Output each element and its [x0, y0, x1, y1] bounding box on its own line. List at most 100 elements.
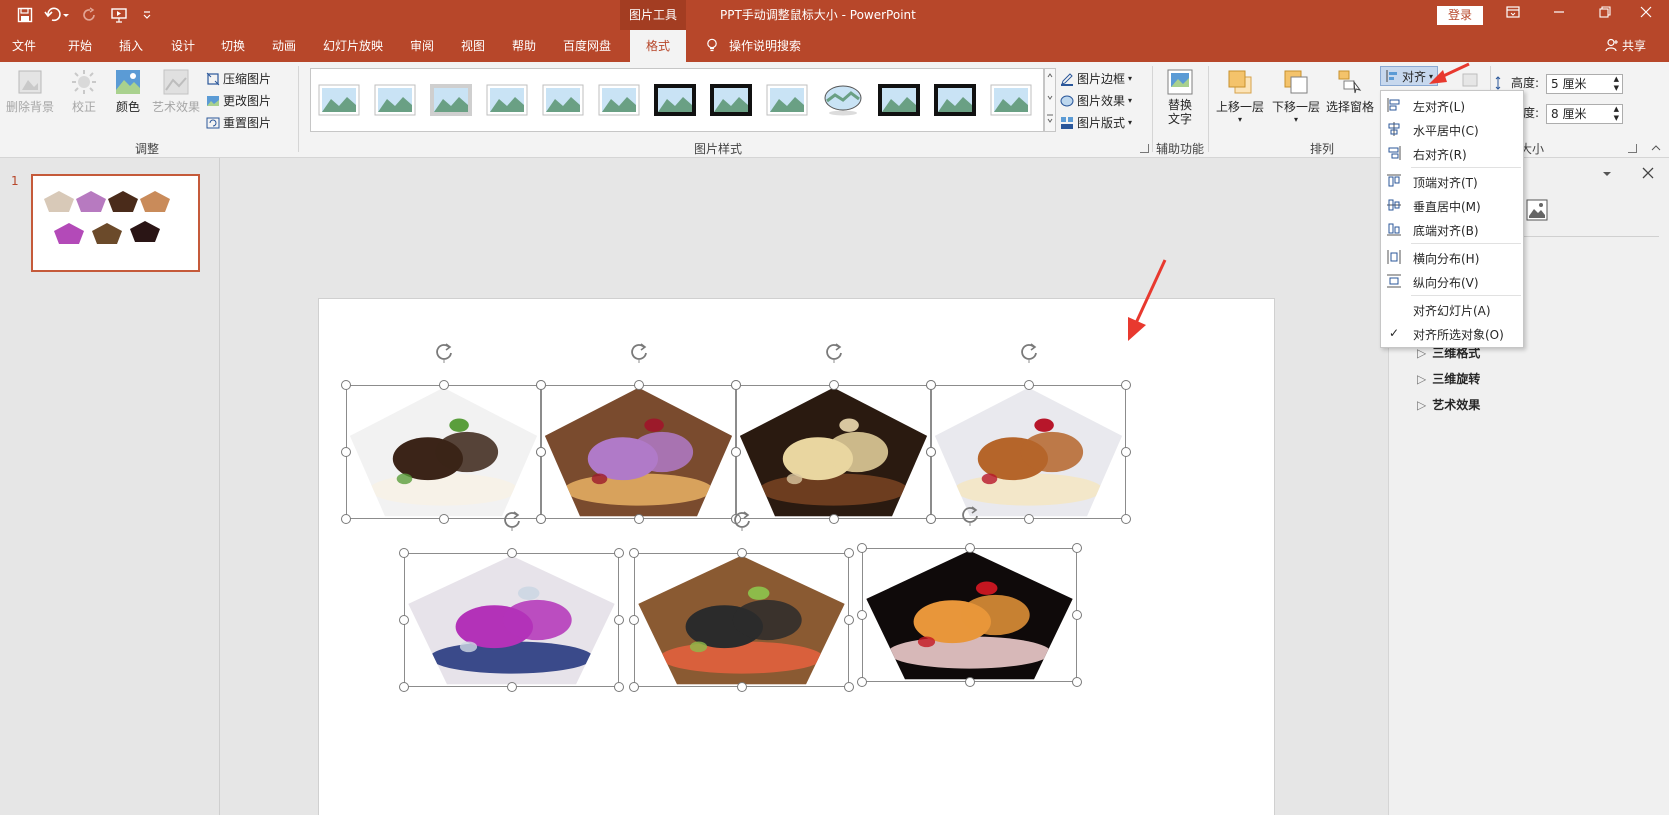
change-picture-button[interactable]: 更改图片 — [206, 92, 271, 109]
resize-handle[interactable] — [614, 615, 624, 625]
picture-style-thumbnail[interactable] — [597, 83, 641, 117]
width-input[interactable]: 8 厘米 ▲ ▼ — [1546, 104, 1623, 124]
height-input[interactable]: 5 厘米 ▲ ▼ — [1546, 74, 1623, 94]
picture-style-thumbnail[interactable] — [709, 83, 753, 117]
rotate-handle-icon[interactable] — [433, 341, 455, 363]
picture-style-thumbnail[interactable] — [989, 83, 1033, 117]
tab-help[interactable]: 帮助 — [512, 30, 536, 62]
picture-styles-gallery[interactable] — [310, 68, 1044, 132]
resize-handle[interactable] — [926, 514, 936, 524]
picture-style-thumbnail[interactable] — [765, 83, 809, 117]
rotate-handle-icon[interactable] — [501, 509, 523, 531]
picture-style-thumbnail[interactable] — [653, 83, 697, 117]
tab-slideshow[interactable]: 幻灯片放映 — [323, 30, 383, 62]
resize-handle[interactable] — [1072, 543, 1082, 553]
artistic-effects-button[interactable]: 艺术效果 — [152, 68, 200, 115]
resize-handle[interactable] — [341, 447, 351, 457]
picture-style-thumbnail[interactable] — [373, 83, 417, 117]
menu-item-align-left[interactable]: 左对齐(L) — [1381, 93, 1523, 117]
picture-tab-icon[interactable] — [1525, 198, 1549, 222]
rotate-handle-icon[interactable] — [959, 504, 981, 526]
reset-picture-button[interactable]: 重置图片 — [206, 114, 271, 131]
picture-layout-button[interactable]: 图片版式 ▾ — [1060, 114, 1132, 131]
tab-file[interactable]: 文件 — [12, 30, 36, 62]
resize-handle[interactable] — [1072, 677, 1082, 687]
resize-handle[interactable] — [506, 682, 517, 692]
resize-handle[interactable] — [844, 548, 854, 558]
collapse-ribbon-icon[interactable] — [1650, 142, 1662, 152]
pane-close-icon[interactable] — [1641, 166, 1655, 180]
tab-animations[interactable]: 动画 — [272, 30, 296, 62]
section-3d-rotation[interactable]: ▷ 三维旋转 — [1417, 370, 1480, 387]
undo-icon[interactable] — [42, 5, 72, 25]
resize-handle[interactable] — [536, 447, 546, 457]
resize-handle[interactable] — [341, 514, 351, 524]
picture-style-thumbnail[interactable] — [485, 83, 529, 117]
compress-pictures-button[interactable]: 压缩图片 — [206, 70, 271, 87]
menu-item-align-selected-objects[interactable]: ✓ 对齐所选对象(O) — [1381, 321, 1523, 345]
resize-handle[interactable] — [857, 610, 867, 620]
menu-item-align-middle[interactable]: 垂直居中(M) — [1381, 193, 1523, 217]
customize-quick-access-icon[interactable] — [140, 5, 154, 25]
menu-item-align-bottom[interactable]: 底端对齐(B) — [1381, 217, 1523, 241]
bring-forward-button[interactable]: 上移一层 ▾ — [1214, 68, 1266, 125]
resize-handle[interactable] — [1023, 380, 1034, 390]
resize-handle[interactable] — [926, 380, 936, 390]
slide-canvas[interactable] — [318, 298, 1275, 815]
redo-icon[interactable] — [80, 5, 100, 25]
color-button[interactable]: 颜色 — [112, 68, 144, 115]
resize-handle[interactable] — [438, 514, 449, 524]
resize-handle[interactable] — [736, 682, 747, 692]
menu-item-align-top[interactable]: 顶端对齐(T) — [1381, 169, 1523, 193]
picture-style-thumbnail[interactable] — [541, 83, 585, 117]
resize-handle[interactable] — [629, 548, 639, 558]
resize-handle[interactable] — [536, 514, 546, 524]
resize-handle[interactable] — [964, 543, 975, 553]
tab-home[interactable]: 开始 — [68, 30, 92, 62]
slide-thumbnail[interactable] — [31, 174, 200, 272]
tab-design[interactable]: 设计 — [171, 30, 195, 62]
resize-handle[interactable] — [1072, 610, 1082, 620]
close-icon[interactable] — [1623, 0, 1669, 30]
resize-handle[interactable] — [341, 380, 351, 390]
remove-background-button[interactable]: 删除背景 — [4, 68, 56, 115]
resize-handle[interactable] — [731, 447, 741, 457]
size-dialog-launcher[interactable] — [1628, 144, 1637, 153]
send-backward-button[interactable]: 下移一层 ▾ — [1270, 68, 1322, 125]
resize-handle[interactable] — [1121, 380, 1131, 390]
resize-handle[interactable] — [633, 514, 644, 524]
resize-handle[interactable] — [1121, 447, 1131, 457]
picture-style-thumbnail[interactable] — [821, 83, 865, 117]
corrections-button[interactable]: 校正 — [68, 68, 100, 115]
menu-item-align-right[interactable]: 右对齐(R) — [1381, 141, 1523, 165]
tab-baidu-netdisk[interactable]: 百度网盘 — [563, 30, 611, 62]
alt-text-button[interactable]: 替换 文字 — [1162, 68, 1198, 126]
resize-handle[interactable] — [844, 682, 854, 692]
tab-insert[interactable]: 插入 — [119, 30, 143, 62]
resize-handle[interactable] — [857, 543, 867, 553]
resize-handle[interactable] — [633, 380, 644, 390]
ribbon-display-options-icon[interactable] — [1490, 0, 1536, 30]
picture-effects-button[interactable]: 图片效果 ▾ — [1060, 92, 1132, 109]
resize-handle[interactable] — [964, 677, 975, 687]
login-button[interactable]: 登录 — [1437, 6, 1483, 25]
resize-handle[interactable] — [629, 615, 639, 625]
tab-view[interactable]: 视图 — [461, 30, 485, 62]
resize-handle[interactable] — [731, 380, 741, 390]
menu-item-distribute-vertically[interactable]: 纵向分布(V) — [1381, 269, 1523, 293]
section-artistic-effects[interactable]: ▷ 艺术效果 — [1417, 396, 1480, 413]
picture-style-thumbnail[interactable] — [877, 83, 921, 117]
picture-style-thumbnail[interactable] — [933, 83, 977, 117]
menu-item-align-center[interactable]: 水平居中(C) — [1381, 117, 1523, 141]
resize-handle[interactable] — [828, 514, 839, 524]
menu-item-align-to-slide[interactable]: 对齐幻灯片(A) — [1381, 297, 1523, 321]
tab-transitions[interactable]: 切换 — [221, 30, 245, 62]
selection-pane-button[interactable]: 选择窗格 — [1324, 68, 1376, 115]
resize-handle[interactable] — [844, 615, 854, 625]
save-icon[interactable] — [14, 5, 36, 25]
height-spinner[interactable]: ▲ ▼ — [1614, 75, 1619, 93]
resize-handle[interactable] — [736, 548, 747, 558]
resize-handle[interactable] — [399, 548, 409, 558]
picture-styles-dialog-launcher[interactable] — [1140, 144, 1149, 153]
resize-handle[interactable] — [399, 615, 409, 625]
